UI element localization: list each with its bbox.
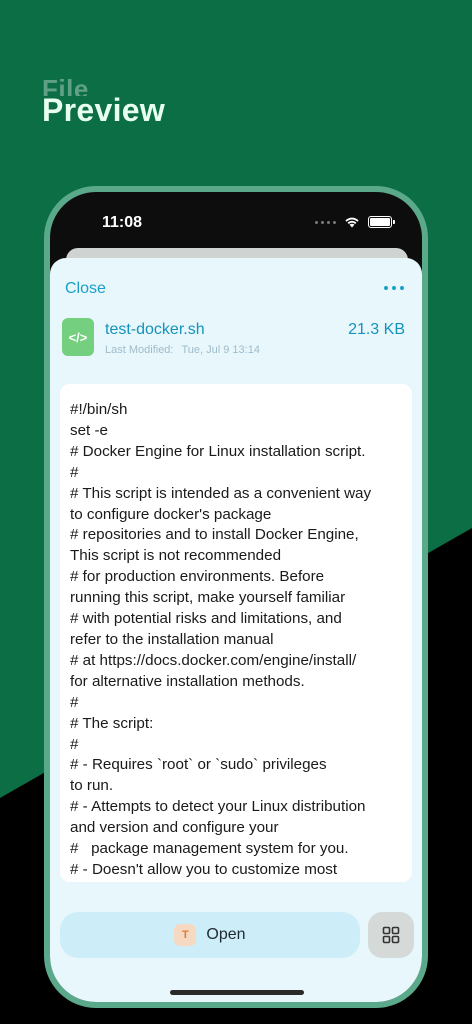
content-line: #: [70, 735, 79, 753]
content-line: # repositories and to install Docker Eng…: [70, 526, 359, 544]
battery-icon: [368, 216, 395, 228]
open-button-label: Open: [206, 926, 246, 943]
content-line: refer to the installation manual: [70, 630, 274, 648]
content-line: # package management system for you.: [70, 840, 349, 858]
content-line: # - Attempts to detect your Linux distri…: [70, 798, 366, 816]
content-line: to configure docker's package: [70, 505, 272, 523]
signal-dots-icon: [315, 220, 336, 224]
status-icons: [315, 216, 395, 228]
modified-label: Last Modified:: [105, 344, 174, 356]
content-line: #: [70, 463, 79, 481]
file-preview-sheet: Close </> test-docker.sh Last Modified: T…: [50, 258, 422, 1002]
content-line: # for production environments. Before: [70, 568, 325, 586]
content-line: # with potential risks and limitations, …: [70, 610, 342, 628]
modified-date: Tue, Jul 9 13:14: [181, 344, 260, 356]
content-line: # at https://docs.docker.com/engine/inst…: [70, 651, 357, 669]
code-file-icon: </>: [62, 318, 94, 356]
grid-icon: [382, 926, 400, 944]
wifi-icon: [345, 217, 359, 228]
file-name: test-docker.sh: [105, 321, 205, 338]
more-options-icon[interactable]: [384, 286, 404, 290]
content-line: running this script, make yourself famil…: [70, 589, 346, 607]
file-size: 21.3 KB: [348, 321, 405, 338]
home-indicator[interactable]: [170, 990, 304, 995]
content-line: #: [70, 693, 79, 711]
close-button[interactable]: Close: [65, 280, 106, 298]
content-line: for alternative installation methods.: [70, 672, 305, 690]
grid-view-button[interactable]: [368, 912, 414, 958]
content-line: and version and configure your: [70, 819, 279, 837]
content-line: # - Requires `root` or `sudo` privileges: [70, 756, 327, 774]
content-line: to run.: [70, 777, 114, 795]
app-icon: T: [174, 924, 197, 946]
phone-screen: 11:08 Close </> test-docker.sh Last Modi…: [50, 192, 422, 1002]
content-line: # The script:: [70, 714, 154, 732]
content-line: # - Doesn't allow you to customize most: [70, 860, 338, 878]
hero-title: Preview: [42, 92, 166, 128]
status-time: 11:08: [102, 214, 143, 231]
content-line: # Docker Engine for Linux installation s…: [70, 442, 366, 460]
content-line: #!/bin/sh: [70, 401, 128, 418]
open-button[interactable]: T Open: [60, 912, 360, 958]
file-modified: Last Modified: Tue, Jul 9 13:14: [105, 344, 260, 356]
file-content-preview[interactable]: #!/bin/sh set -e # Docker Engine for Linux…: [60, 384, 412, 882]
content-line: # This script is intended as a convenien…: [70, 484, 372, 502]
phone-frame: 11:08 Close </> test-docker.sh Last Modi…: [44, 186, 428, 1008]
content-line: set -e: [70, 421, 108, 439]
content-line: This script is not recommended: [70, 547, 282, 565]
